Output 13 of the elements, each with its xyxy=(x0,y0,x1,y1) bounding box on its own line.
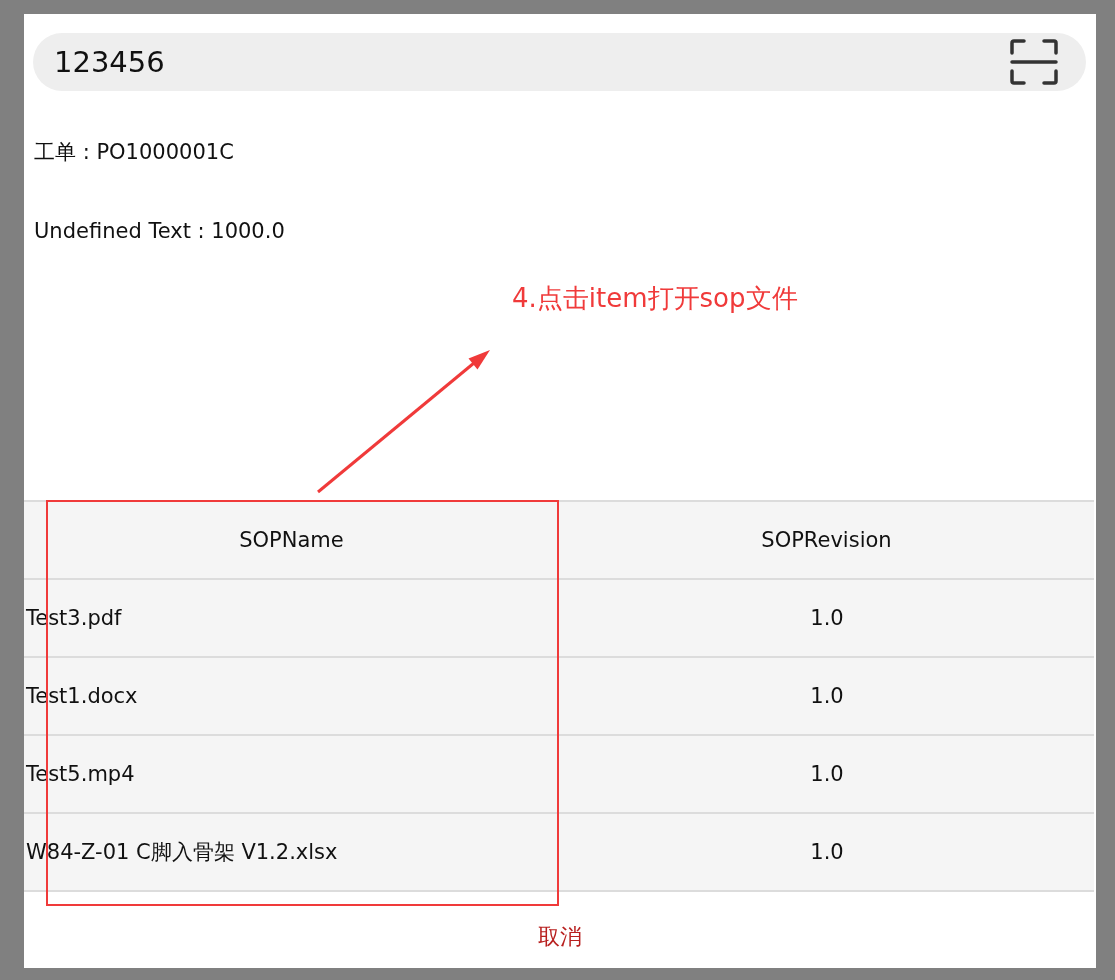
table-cell-text: 1.0 xyxy=(809,605,845,632)
annotation-text: 4.点击item打开sop文件 xyxy=(512,282,799,315)
search-value: 123456 xyxy=(54,45,165,79)
search-field[interactable]: 123456 xyxy=(33,33,1086,91)
table-cell-text: 1.0 xyxy=(809,761,845,788)
table-cell-text: 1.0 xyxy=(809,683,845,710)
column-header: SOPName xyxy=(238,527,345,554)
info-text: Undefined Text : 1000.0 xyxy=(34,218,286,245)
column-header: SOPRevision xyxy=(760,527,893,554)
scan-icon[interactable] xyxy=(1010,39,1058,85)
cancel-button[interactable]: 取消 xyxy=(528,918,592,956)
table-cell-text: 1.0 xyxy=(809,839,845,866)
info-text: 工单 : PO1000001C xyxy=(34,139,235,166)
